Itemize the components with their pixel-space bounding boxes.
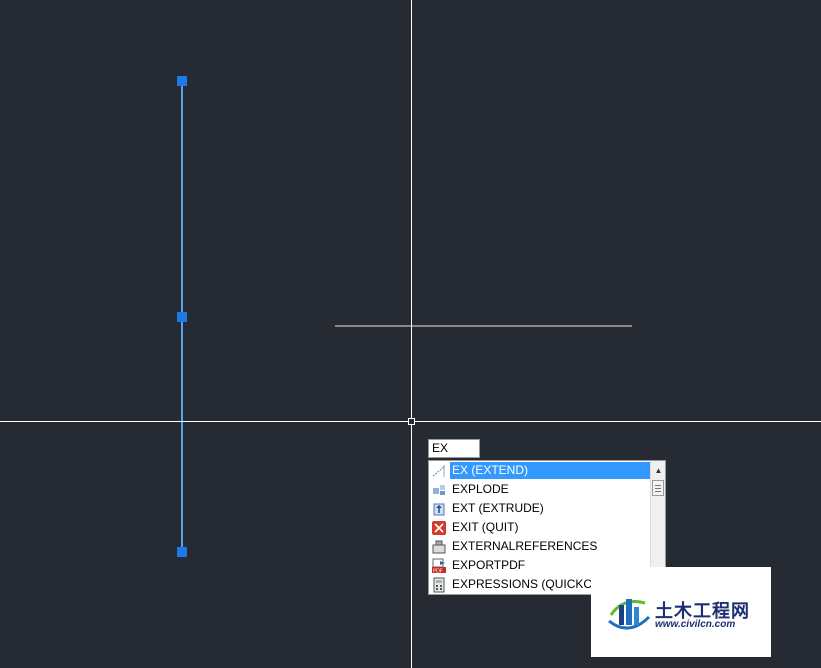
watermark-url: www.civilcn.com <box>655 619 736 630</box>
grip-bottom[interactable] <box>177 547 187 557</box>
dynamic-input-value: EX <box>432 441 449 455</box>
external-references-icon <box>431 539 447 555</box>
grip-top[interactable] <box>177 76 187 86</box>
dynamic-input-field[interactable]: EX <box>428 439 480 458</box>
autocomplete-item-label: EXPLODE <box>452 482 509 496</box>
autocomplete-item-label: EXTERNALREFERENCES <box>452 539 598 553</box>
watermark-logo: 土木工程网 www.civilcn.com <box>591 567 771 657</box>
grip-mid[interactable] <box>177 312 187 322</box>
autocomplete-item-explode[interactable]: EXPLODE <box>429 480 651 499</box>
quit-icon <box>431 520 447 536</box>
scroll-up-arrow-icon[interactable]: ▲ <box>652 463 665 477</box>
autocomplete-item-label: EX (EXTEND) <box>450 462 651 479</box>
crosshair-pickbox <box>408 418 415 425</box>
autocomplete-item-quit[interactable]: EXIT (QUIT) <box>429 518 651 537</box>
calculator-icon <box>431 577 447 593</box>
autocomplete-item-externalreferences[interactable]: EXTERNALREFERENCES <box>429 537 651 556</box>
extrude-icon <box>431 501 447 517</box>
svg-text:PDF: PDF <box>433 568 443 574</box>
autocomplete-item-extend[interactable]: EX (EXTEND) <box>429 461 651 480</box>
scroll-thumb[interactable] <box>652 480 664 496</box>
autocomplete-item-extrude[interactable]: EXT (EXTRUDE) <box>429 499 651 518</box>
extend-icon <box>431 463 447 479</box>
building-logo-icon <box>605 591 653 640</box>
pdf-icon: PDF <box>431 558 447 574</box>
autocomplete-item-label: EXT (EXTRUDE) <box>452 501 544 515</box>
explode-icon <box>431 482 447 498</box>
autocomplete-item-label: EXIT (QUIT) <box>452 520 519 534</box>
